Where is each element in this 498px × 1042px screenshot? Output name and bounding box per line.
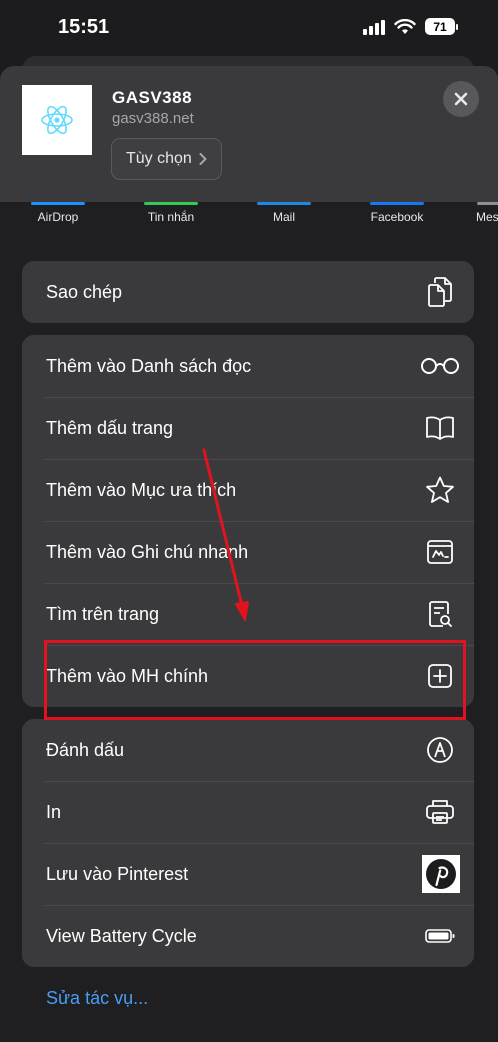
action-add-favorites[interactable]: Thêm vào Mục ưa thích xyxy=(22,459,474,521)
action-label: Thêm vào Mục ưa thích xyxy=(46,479,237,500)
close-button[interactable] xyxy=(443,81,479,117)
action-label: Tìm trên trang xyxy=(46,603,160,624)
action-label: Lưu vào Pinterest xyxy=(46,863,189,884)
share-target-messenger[interactable]: Mes xyxy=(459,202,498,224)
action-find-on-page[interactable]: Tìm trên trang xyxy=(22,583,474,645)
share-target-label: Mail xyxy=(272,210,295,224)
options-button-label: Tùy chọn xyxy=(126,150,192,167)
action-label: Đánh dấu xyxy=(46,739,125,760)
action-label: Thêm vào Ghi chú nhanh xyxy=(46,541,249,562)
site-url: gasv388.net xyxy=(112,110,194,127)
share-target-mail[interactable]: Mail xyxy=(239,202,329,224)
action-label: View Battery Cycle xyxy=(46,925,197,946)
action-copy[interactable]: Sao chép xyxy=(22,261,474,323)
action-view-battery-cycle[interactable]: View Battery Cycle xyxy=(22,905,474,967)
share-target-label: Facebook xyxy=(370,210,424,224)
action-markup[interactable]: Đánh dấu xyxy=(22,719,474,781)
action-label: Thêm vào Danh sách đọc xyxy=(46,355,252,376)
chevron-right-icon xyxy=(199,153,207,165)
book-icon xyxy=(424,412,456,444)
printer-icon xyxy=(424,796,456,828)
share-targets-row: AirDrop Tin nhắn Mail Facebook Mes xyxy=(0,202,498,232)
quick-note-icon xyxy=(424,536,456,568)
site-name: GASV388 xyxy=(112,88,193,107)
status-bar: 15:51 71 xyxy=(0,0,498,58)
action-label: Sao chép xyxy=(46,281,123,302)
edit-actions-link[interactable]: Sửa tác vụ... xyxy=(46,988,148,1009)
action-group-extensions: Đánh dấu In Lưu vào Pinterest View Batte… xyxy=(22,719,474,967)
pinterest-icon xyxy=(422,855,460,893)
action-label: In xyxy=(46,801,62,822)
options-button[interactable]: Tùy chọn xyxy=(111,138,222,180)
status-icons: 71 xyxy=(363,18,458,35)
action-label: Thêm dấu trang xyxy=(46,417,174,438)
share-target-label: AirDrop xyxy=(37,210,79,224)
battery-level: 71 xyxy=(425,18,455,35)
site-thumbnail xyxy=(22,85,92,155)
cellular-signal-icon xyxy=(363,19,385,35)
star-icon xyxy=(424,474,456,506)
action-add-bookmark[interactable]: Thêm dấu trang xyxy=(22,397,474,459)
battery-icon xyxy=(424,920,456,952)
annotation-highlight-box xyxy=(44,640,466,720)
share-target-label: Mes xyxy=(476,210,498,224)
share-sheet-header: GASV388 gasv388.net Tùy chọn xyxy=(0,66,498,202)
action-group-copy: Sao chép xyxy=(22,261,474,323)
action-print[interactable]: In xyxy=(22,781,474,843)
find-on-page-icon xyxy=(424,598,456,630)
action-add-reading-list[interactable]: Thêm vào Danh sách đọc xyxy=(22,335,474,397)
share-target-facebook[interactable]: Facebook xyxy=(352,202,442,224)
share-target-airdrop[interactable]: AirDrop xyxy=(13,202,103,224)
markup-icon xyxy=(424,734,456,766)
status-time: 15:51 xyxy=(58,16,110,38)
share-target-label: Tin nhắn xyxy=(147,210,195,224)
share-target-messages[interactable]: Tin nhắn xyxy=(126,202,216,224)
copy-icon xyxy=(424,276,456,308)
react-atom-icon xyxy=(41,105,73,135)
glasses-icon xyxy=(418,350,462,382)
wifi-icon xyxy=(394,18,416,34)
action-add-quick-note[interactable]: Thêm vào Ghi chú nhanh xyxy=(22,521,474,583)
close-icon xyxy=(454,92,468,106)
action-save-pinterest[interactable]: Lưu vào Pinterest xyxy=(22,843,474,905)
battery-indicator-icon: 71 xyxy=(425,18,458,35)
